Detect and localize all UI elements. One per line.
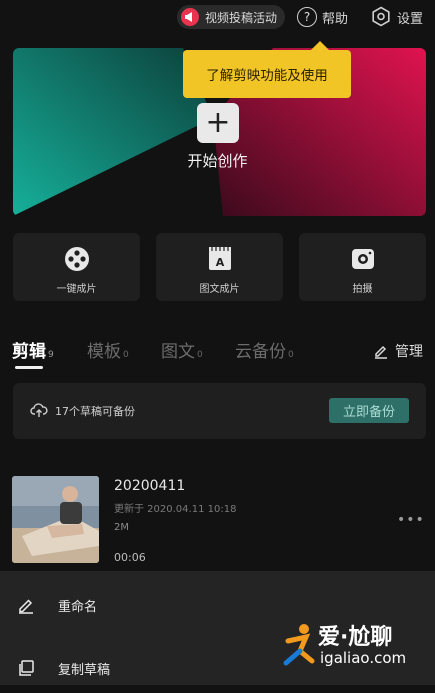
settings-button[interactable]: 设置 xyxy=(370,5,423,29)
tab-edit[interactable]: 剪辑 9 xyxy=(12,337,54,362)
text-to-video-button[interactable]: A 图文成片 xyxy=(156,233,283,301)
draft-thumbnail[interactable] xyxy=(12,476,99,563)
activity-label: 视频投稿活动 xyxy=(205,10,278,25)
start-creation-label: 开始创作 xyxy=(187,152,248,170)
settings-label: 设置 xyxy=(397,11,424,27)
one-click-video-label: 一键成片 xyxy=(56,284,97,295)
svg-text:A: A xyxy=(215,256,224,269)
shoot-button[interactable]: 拍摄 xyxy=(299,233,426,301)
tab-cloud-backup[interactable]: 云备份 0 xyxy=(235,337,294,362)
help-button[interactable]: ? 帮助 xyxy=(297,5,348,29)
tab-image-text[interactable]: 图文 0 xyxy=(161,337,203,362)
cloud-upload-icon xyxy=(30,402,48,418)
add-project-button[interactable]: + xyxy=(197,103,239,143)
text-to-video-label: 图文成片 xyxy=(199,284,240,295)
draft-updated-time: 更新于 2020.04.11 10:18 xyxy=(114,504,237,515)
draft-tabs: 剪辑 9 模板 0 图文 0 云备份 0 xyxy=(12,337,427,367)
pencil-icon xyxy=(373,343,389,359)
manage-label: 管理 xyxy=(395,344,423,360)
help-tooltip: 了解剪映功能及使用 xyxy=(183,41,351,98)
help-icon: ? xyxy=(297,7,317,27)
copy-draft-label: 复制草稿 xyxy=(58,662,111,678)
watermark-title: 爱·尬聊 xyxy=(318,625,393,650)
shoot-label: 拍摄 xyxy=(352,284,373,295)
more-options-button[interactable]: ••• xyxy=(397,512,425,528)
backup-banner: 17个草稿可备份 立即备份 xyxy=(13,383,426,439)
tooltip-text: 了解剪映功能及使用 xyxy=(206,68,328,84)
backup-now-button[interactable]: 立即备份 xyxy=(329,398,409,423)
draft-duration: 00:06 xyxy=(114,551,146,564)
help-label: 帮助 xyxy=(322,11,349,27)
site-watermark: 爱·尬聊 igaliao.com xyxy=(280,615,430,677)
megaphone-icon xyxy=(181,8,199,26)
one-click-video-button[interactable]: 一键成片 xyxy=(13,233,140,301)
film-reel-icon xyxy=(63,245,91,273)
backup-count-text: 17个草稿可备份 xyxy=(55,405,135,418)
active-tab-indicator xyxy=(15,366,43,369)
top-bar: 视频投稿活动 ? 帮助 设置 xyxy=(0,0,435,38)
camera-icon xyxy=(349,245,377,273)
draft-size: 2M xyxy=(114,522,129,533)
gear-icon xyxy=(370,6,392,28)
video-submission-activity-button[interactable]: 视频投稿活动 xyxy=(177,5,286,29)
tab-templates[interactable]: 模板 0 xyxy=(87,337,129,362)
copy-icon xyxy=(17,659,35,677)
draft-name: 20200411 xyxy=(114,478,186,494)
edit-icon xyxy=(17,596,35,614)
runner-logo-icon xyxy=(283,624,315,666)
rename-label: 重命名 xyxy=(58,599,98,615)
manage-button[interactable]: 管理 xyxy=(373,341,423,361)
text-to-video-icon: A xyxy=(206,245,234,273)
watermark-url: igaliao.com xyxy=(320,649,407,667)
